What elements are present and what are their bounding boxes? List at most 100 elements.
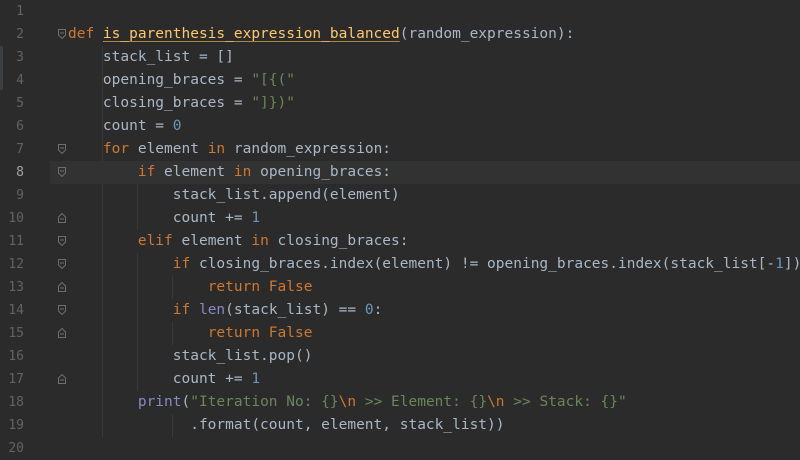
code-token: "]})" — [251, 95, 295, 111]
code-line[interactable]: 5 closing_braces = "]})" — [16, 92, 800, 115]
code-token: "Iteration No: {} — [190, 394, 339, 410]
line-number: 13 — [8, 280, 24, 295]
code-line[interactable]: 2 def is_parenthesis_expression_balanced(… — [16, 23, 800, 46]
code-text[interactable]: closing_braces = "]})" — [68, 92, 295, 115]
code-token: 1 — [251, 210, 261, 226]
code-line[interactable]: 6 count = 0 — [16, 115, 800, 138]
code-line[interactable]: 8 if element in opening_braces: — [16, 161, 800, 184]
code-token: in — [251, 233, 278, 249]
fold-open-icon[interactable] — [58, 305, 66, 315]
line-number: 9 — [16, 188, 24, 203]
code-token: stack_list = [] — [68, 49, 234, 65]
fold-open-icon[interactable] — [58, 236, 66, 246]
code-text[interactable]: if len(stack_list) == 0: — [68, 299, 383, 322]
code-editor[interactable]: 1 2 def is_parenthesis_expression_balanced… — [0, 0, 800, 456]
code-token: random_expression: — [233, 141, 392, 157]
line-number: 1 — [16, 4, 24, 19]
line-number: 10 — [8, 211, 24, 226]
code-text[interactable]: if closing_braces.index(element) != open… — [68, 253, 800, 276]
code-line[interactable]: 7 for element in random_expression: — [16, 138, 800, 161]
code-token: ( — [181, 394, 191, 410]
fold-open-icon[interactable] — [58, 259, 66, 269]
code-area[interactable]: 1 2 def is_parenthesis_expression_balanced… — [8, 0, 800, 456]
code-token: if — [172, 302, 199, 318]
code-text[interactable]: if element in opening_braces: — [68, 161, 391, 184]
code-token: count = — [68, 118, 173, 134]
code-token: print — [137, 394, 182, 410]
code-token: len — [198, 302, 226, 318]
code-text[interactable]: elif element in closing_braces: — [68, 230, 409, 253]
code-text[interactable]: opening_braces = "[{(" — [68, 69, 295, 92]
code-text[interactable]: stack_list.pop() — [68, 345, 313, 368]
code-token: element — [164, 164, 234, 180]
code-text[interactable]: print("Iteration No: {}\n >> Element: {}… — [68, 391, 627, 414]
code-line[interactable]: 13 return False — [8, 276, 800, 299]
fold-close-icon[interactable] — [58, 374, 66, 384]
code-line[interactable]: 11 elif element in closing_braces: — [8, 230, 800, 253]
code-text[interactable]: count += 1 — [68, 368, 260, 391]
code-line[interactable]: 10 count += 1 — [8, 207, 800, 230]
code-line[interactable]: 9 stack_list.append(element) — [16, 184, 800, 207]
line-number: 6 — [16, 119, 24, 134]
code-text[interactable]: stack_list = [] — [68, 46, 234, 69]
code-token: 1 — [775, 256, 784, 272]
line-number: 12 — [8, 257, 24, 272]
code-token: .format(count, element, stack_list)) — [68, 417, 505, 433]
code-token: closing_braces: — [277, 233, 409, 249]
code-token: is_parenthesis_expression_balanced — [102, 26, 400, 42]
code-line[interactable]: 20 — [8, 437, 800, 460]
code-text[interactable]: for element in random_expression: — [68, 138, 391, 161]
code-token: \n — [487, 394, 505, 410]
code-token: if — [172, 256, 199, 272]
fold-open-icon[interactable] — [58, 29, 66, 39]
line-number: 19 — [8, 418, 24, 433]
line-number: 2 — [16, 27, 24, 42]
code-line[interactable]: 1 — [16, 0, 800, 23]
code-line[interactable]: 4 opening_braces = "[{(" — [16, 69, 800, 92]
fold-open-icon[interactable] — [58, 167, 66, 177]
code-text[interactable]: return False — [68, 276, 313, 299]
line-number: 3 — [16, 50, 24, 65]
line-number: 17 — [8, 372, 24, 387]
code-token: \n — [338, 394, 357, 410]
code-token: return False — [207, 279, 313, 295]
code-line[interactable]: 16 stack_list.pop() — [8, 345, 800, 368]
code-token: closing_braces = — [68, 95, 252, 111]
code-line[interactable]: 14 if len(stack_list) == 0: — [8, 299, 800, 322]
code-token: def — [68, 26, 103, 42]
code-line[interactable]: 17 count += 1 — [8, 368, 800, 391]
code-token: opening_braces = — [68, 72, 252, 88]
code-line[interactable]: 12 if closing_braces.index(element) != o… — [8, 253, 800, 276]
fold-close-icon[interactable] — [58, 213, 66, 223]
line-number: 4 — [16, 73, 24, 88]
code-line[interactable]: 19 .format(count, element, stack_list)) — [8, 414, 800, 437]
code-token: stack_list.append(element) — [68, 187, 400, 203]
code-token: in — [207, 141, 234, 157]
code-line[interactable]: 3 stack_list = [] — [16, 46, 800, 69]
fold-open-icon[interactable] — [58, 144, 66, 154]
code-text[interactable]: count = 0 — [68, 115, 182, 138]
code-token: for — [102, 141, 138, 157]
code-token: closing_braces.index(element) != opening… — [198, 256, 776, 272]
fold-close-icon[interactable] — [58, 328, 66, 338]
code-text[interactable]: count += 1 — [68, 207, 260, 230]
code-line[interactable]: 15 return False — [8, 322, 800, 345]
code-text[interactable]: def is_parenthesis_expression_balanced(r… — [68, 23, 574, 46]
code-text[interactable]: stack_list.append(element) — [68, 184, 400, 207]
code-line[interactable]: 18 print("Iteration No: {}\n >> Element:… — [8, 391, 800, 414]
line-number: 20 — [8, 441, 24, 456]
fold-close-icon[interactable] — [58, 282, 66, 292]
code-token: element — [137, 141, 208, 157]
code-token: count += — [68, 371, 252, 387]
code-token: (stack_list) == — [225, 302, 365, 318]
code-text[interactable]: .format(count, element, stack_list)) — [68, 414, 505, 437]
code-token: elif — [137, 233, 182, 249]
line-number: 18 — [8, 395, 24, 410]
code-text[interactable]: return False — [68, 322, 313, 345]
